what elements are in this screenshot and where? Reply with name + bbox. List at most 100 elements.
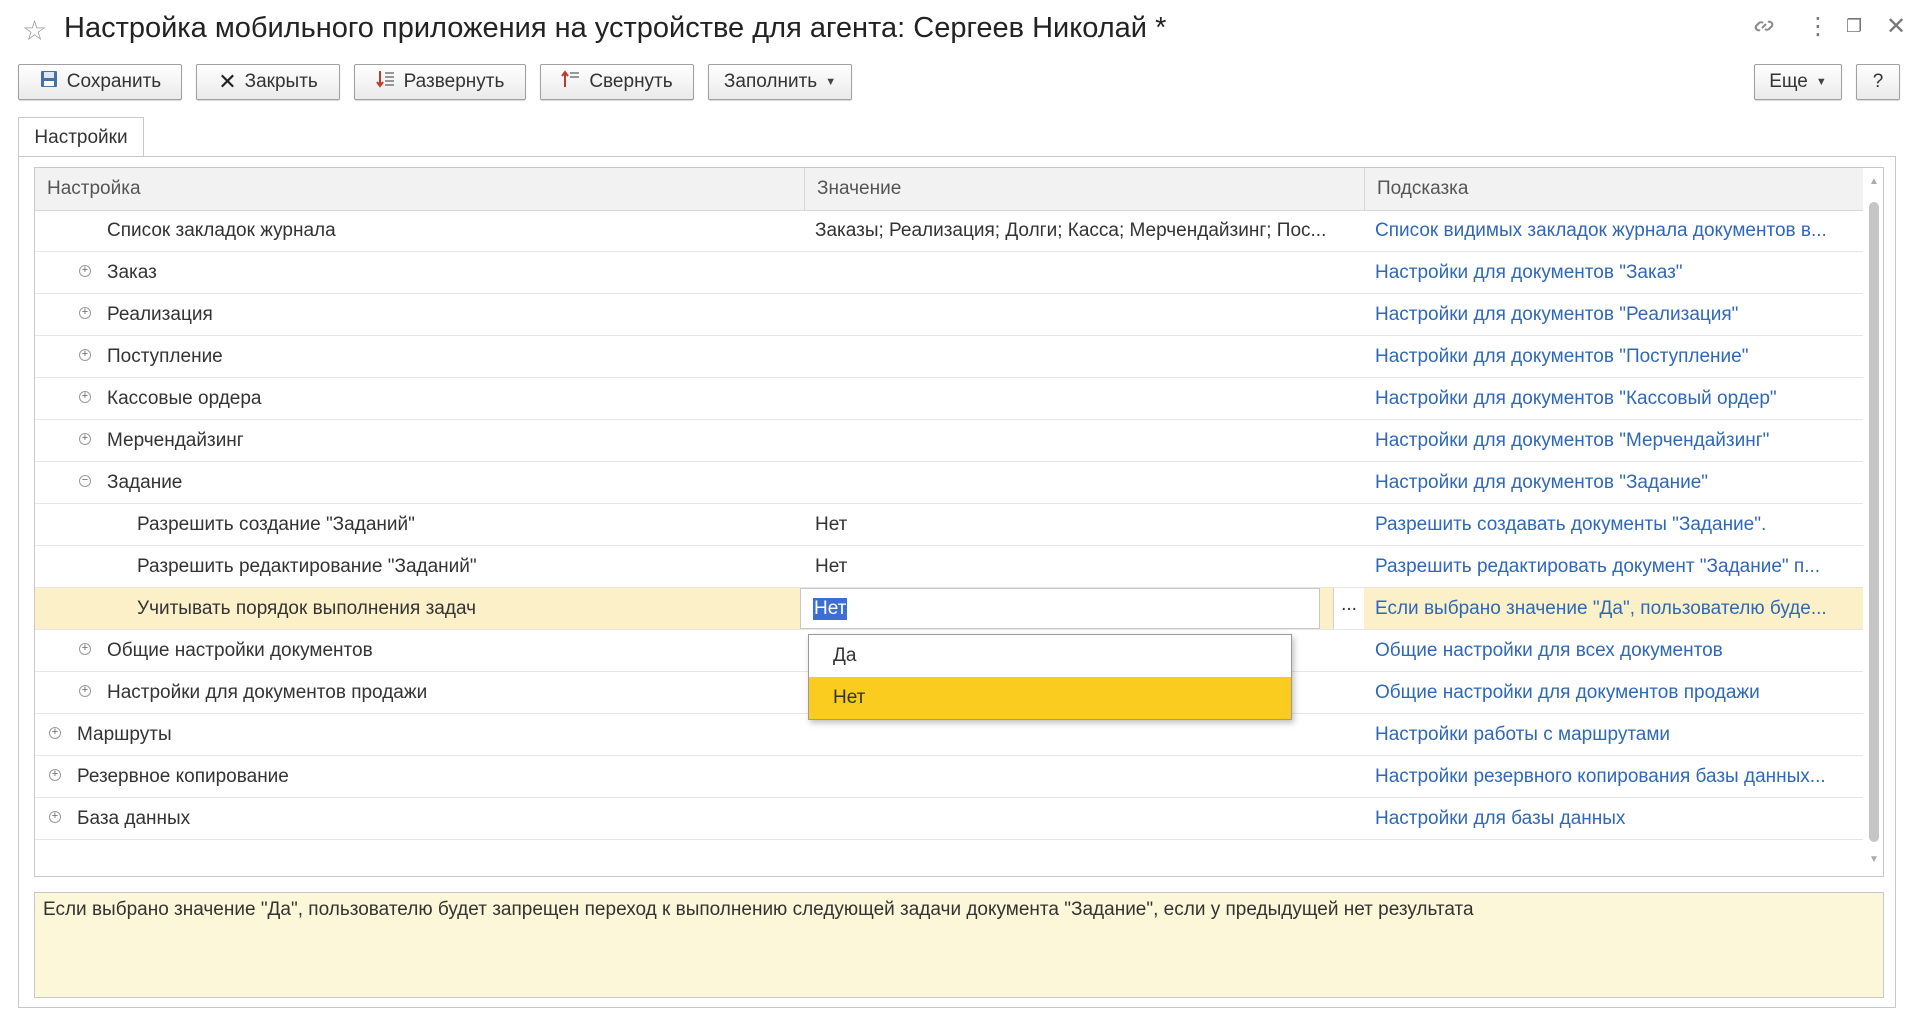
expand-plus-icon[interactable]: +	[49, 727, 61, 739]
dropdown-option-yes[interactable]: Да	[809, 635, 1291, 677]
table-header: Настройка Значение Подсказка	[35, 168, 1863, 211]
setting-name: Реализация	[107, 304, 213, 325]
hint-panel: Если выбрано значение "Да", пользователю…	[34, 892, 1884, 998]
setting-name: Резервное копирование	[77, 766, 289, 787]
setting-hint: Список видимых закладок журнала документ…	[1375, 220, 1827, 241]
choose-value-button[interactable]: ...	[1333, 588, 1364, 629]
setting-name: Общие настройки документов	[107, 640, 373, 661]
setting-hint: Настройки для документов "Реализация"	[1375, 304, 1739, 325]
save-button[interactable]: Сохранить	[18, 64, 182, 100]
setting-name: Разрешить редактирование "Заданий"	[137, 556, 477, 577]
floppy-disk-icon	[39, 69, 59, 95]
setting-value[interactable]: Нет	[815, 546, 1345, 587]
chevron-down-icon: ▼	[825, 76, 837, 88]
table-row[interactable]: + Кассовые ордера Настройки для документ…	[35, 378, 1863, 420]
collapse-minus-icon[interactable]: −	[79, 475, 91, 487]
selected-value-text[interactable]: Нет	[813, 598, 848, 620]
expand-plus-icon[interactable]: +	[79, 433, 91, 445]
help-button[interactable]: ?	[1856, 64, 1900, 100]
setting-name: Мерчендайзинг	[107, 430, 244, 451]
table-row[interactable]: + База данных Настройки для базы данных	[35, 798, 1863, 840]
close-x-icon: ✕	[218, 69, 237, 94]
expand-plus-icon[interactable]: +	[79, 265, 91, 277]
fill-button-label: Заполнить	[723, 71, 818, 92]
expand-plus-icon[interactable]: +	[79, 391, 91, 403]
more-button-label: Еще	[1769, 71, 1808, 92]
table-row[interactable]: + Мерчендайзинг Настройки для документов…	[35, 420, 1863, 462]
setting-name: Настройки для документов продажи	[107, 682, 428, 703]
setting-hint: Настройки для документов "Задание"	[1375, 472, 1709, 493]
expand-plus-icon[interactable]: +	[79, 685, 91, 697]
chevron-down-icon: ▼	[1815, 76, 1827, 88]
close-button[interactable]: ✕ Закрыть	[196, 64, 340, 100]
expand-plus-icon[interactable]: +	[49, 769, 61, 781]
close-window-icon[interactable]: ✕	[1886, 12, 1906, 41]
table-row-selected[interactable]: Учитывать порядок выполнения задач Нет .…	[35, 588, 1863, 630]
table-row[interactable]: + Поступление Настройки для документов "…	[35, 336, 1863, 378]
setting-hint: Разрешить создавать документы "Задание".	[1375, 514, 1767, 535]
setting-value[interactable]: Заказы; Реализация; Долги; Касса; Мерчен…	[815, 210, 1345, 251]
more-vertical-icon[interactable]: ⋮	[1806, 12, 1830, 41]
fill-dropdown-button[interactable]: Заполнить ▼	[708, 64, 852, 100]
link-icon[interactable]	[1752, 14, 1776, 45]
table-row[interactable]: − Задание Настройки для документов "Зада…	[35, 462, 1863, 504]
setting-hint: Настройки для документов "Поступление"	[1375, 346, 1749, 367]
table-row[interactable]: Список закладок журнала Заказы; Реализац…	[35, 210, 1863, 252]
setting-hint: Настройки для документов "Заказ"	[1375, 262, 1683, 283]
setting-hint: Общие настройки для всех документов	[1375, 640, 1723, 661]
setting-name: Учитывать порядок выполнения задач	[137, 598, 477, 619]
collapse-tree-icon	[561, 69, 581, 95]
setting-name: База данных	[77, 808, 191, 829]
setting-name: Кассовые ордера	[107, 388, 262, 409]
setting-name: Маршруты	[77, 724, 172, 745]
table-row[interactable]: + Маршруты Настройки работы с маршрутами	[35, 714, 1863, 756]
scroll-down-icon[interactable]: ▼	[1869, 854, 1879, 865]
window-title: Настройка мобильного приложения на устро…	[64, 12, 1167, 44]
favorite-star-icon[interactable]: ☆	[22, 14, 47, 47]
tab-settings[interactable]: Настройки	[18, 117, 144, 157]
table-row[interactable]: Разрешить редактирование "Заданий" Нет Р…	[35, 546, 1863, 588]
save-button-label: Сохранить	[66, 71, 162, 92]
settings-table: Настройка Значение Подсказка Список закл…	[34, 167, 1884, 877]
help-button-label: ?	[1872, 71, 1884, 92]
column-header-setting[interactable]: Настройка	[35, 168, 805, 210]
setting-hint: Настройки работы с маршрутами	[1375, 724, 1671, 745]
setting-name: Задание	[107, 472, 183, 493]
expand-plus-icon[interactable]: +	[49, 811, 61, 823]
expand-tree-icon	[375, 69, 396, 95]
table-row[interactable]: Разрешить создание "Заданий" Нет Разреши…	[35, 504, 1863, 546]
scroll-up-icon[interactable]: ▲	[1869, 176, 1879, 187]
close-button-label: Закрыть	[244, 71, 318, 92]
setting-hint: Настройки для документов "Кассовый ордер…	[1375, 388, 1777, 409]
scrollbar-thumb[interactable]	[1869, 202, 1879, 842]
command-bar: Сохранить ✕ Закрыть Развернуть Свернуть …	[0, 62, 1920, 104]
table-row[interactable]: + Реализация Настройки для документов "Р…	[35, 294, 1863, 336]
collapse-button-label: Свернуть	[589, 71, 673, 92]
setting-name: Заказ	[107, 262, 157, 283]
setting-hint: Настройки для базы данных	[1375, 808, 1626, 829]
expand-plus-icon[interactable]: +	[79, 307, 91, 319]
expand-button[interactable]: Развернуть	[354, 64, 526, 100]
restore-window-icon[interactable]: ❐	[1846, 16, 1862, 37]
column-header-hint[interactable]: Подсказка	[1365, 168, 1863, 210]
more-dropdown-button[interactable]: Еще ▼	[1754, 64, 1842, 100]
value-dropdown-list: Да Нет	[808, 634, 1292, 720]
setting-hint: Общие настройки для документов продажи	[1375, 682, 1760, 703]
setting-value[interactable]: Нет	[815, 504, 1345, 545]
setting-hint: Настройки резервного копирования базы да…	[1375, 766, 1826, 787]
expand-plus-icon[interactable]: +	[79, 643, 91, 655]
table-scrollbar[interactable]: ▲ ▼	[1866, 170, 1882, 874]
expand-button-label: Развернуть	[403, 71, 505, 92]
value-select-field[interactable]: Нет	[800, 588, 1320, 629]
setting-hint: Разрешить редактировать документ "Задани…	[1375, 556, 1821, 577]
column-header-value[interactable]: Значение	[805, 168, 1365, 210]
collapse-button[interactable]: Свернуть	[540, 64, 694, 100]
expand-plus-icon[interactable]: +	[79, 349, 91, 361]
setting-name: Разрешить создание "Заданий"	[137, 514, 415, 535]
title-bar: ☆ Настройка мобильного приложения на уст…	[0, 0, 1920, 60]
table-row[interactable]: + Заказ Настройки для документов "Заказ"	[35, 252, 1863, 294]
table-row[interactable]: + Резервное копирование Настройки резерв…	[35, 756, 1863, 798]
setting-hint: Если выбрано значение "Да", пользователю…	[1375, 598, 1827, 619]
setting-hint: Настройки для документов "Мерчендайзинг"	[1375, 430, 1770, 451]
dropdown-option-no[interactable]: Нет	[809, 677, 1291, 719]
